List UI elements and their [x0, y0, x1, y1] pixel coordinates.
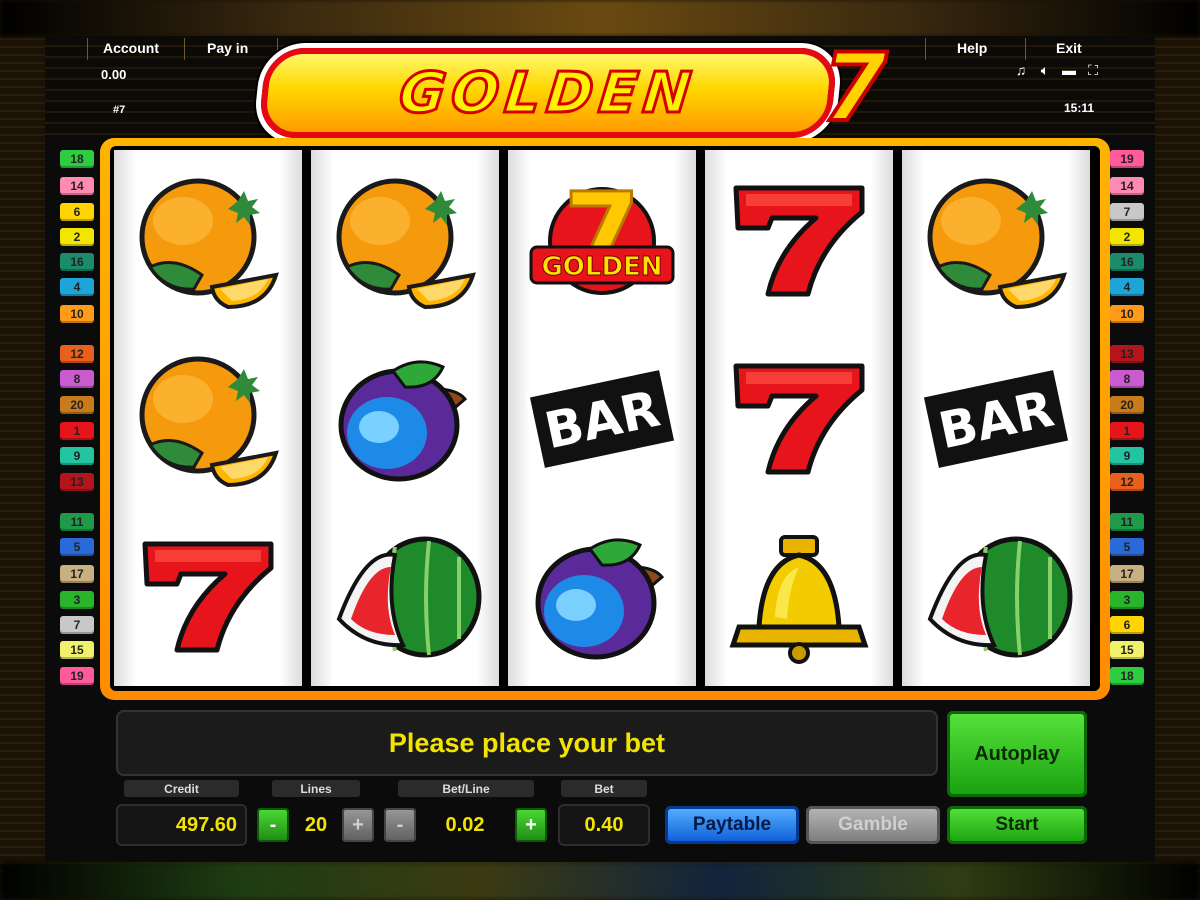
reel-4: [705, 150, 893, 686]
payline-badge-right-16[interactable]: 16: [1110, 253, 1144, 271]
payline-badge-right-18[interactable]: 18: [1110, 667, 1144, 685]
fullscreen-icon[interactable]: ⛶: [1086, 62, 1100, 79]
payline-badge-left-7[interactable]: 7: [60, 616, 94, 634]
game-logo: GOLDEN 7: [257, 40, 962, 138]
symbol-bar: BAR: [508, 330, 696, 508]
symbol-plum: [311, 330, 499, 508]
gamble-button[interactable]: Gamble: [806, 806, 940, 844]
symbol-orange: [114, 330, 302, 508]
payline-badge-left-15[interactable]: 15: [60, 641, 94, 659]
message-box: Please place your bet: [116, 710, 938, 776]
pay-in-menu[interactable]: Pay in: [207, 40, 248, 56]
payline-badge-right-11[interactable]: 11: [1110, 513, 1144, 531]
bet-label: Bet: [561, 780, 647, 797]
payline-badge-right-2[interactable]: 2: [1110, 228, 1144, 246]
paytable-button[interactable]: Paytable: [665, 806, 799, 844]
payline-badge-left-4[interactable]: 4: [60, 278, 94, 296]
payline-badge-right-15[interactable]: 15: [1110, 641, 1144, 659]
reel-5: BAR: [902, 150, 1090, 686]
reel-2: [311, 150, 499, 686]
svg-text:GOLDEN: GOLDEN: [541, 252, 662, 282]
symbol-watermelon: [902, 508, 1090, 686]
symbol-plum: [508, 508, 696, 686]
payline-badge-left-16[interactable]: 16: [60, 253, 94, 271]
symbol-watermelon: [311, 508, 499, 686]
payline-badge-left-12[interactable]: 12: [60, 345, 94, 363]
payline-badge-right-1[interactable]: 1: [1110, 422, 1144, 440]
symbol-seven: [114, 508, 302, 686]
symbol-orange: [311, 152, 499, 330]
account-menu[interactable]: Account: [103, 40, 159, 56]
payline-badge-left-13[interactable]: 13: [60, 473, 94, 491]
menu-separator: [1025, 38, 1026, 60]
payline-badge-right-8[interactable]: 8: [1110, 370, 1144, 388]
payline-badge-left-14[interactable]: 14: [60, 177, 94, 195]
speaker-icon[interactable]: 🔈︎: [1038, 62, 1052, 79]
music-icon[interactable]: ♫: [1014, 62, 1028, 79]
message-text: Please place your bet: [388, 727, 666, 758]
payline-badge-left-2[interactable]: 2: [60, 228, 94, 246]
payline-badge-right-10[interactable]: 10: [1110, 305, 1144, 323]
payline-badge-right-9[interactable]: 9: [1110, 447, 1144, 465]
background-glow-bottom: [0, 862, 1200, 900]
payline-badge-right-14[interactable]: 14: [1110, 177, 1144, 195]
balance-display: 0.00: [101, 67, 127, 82]
reel-3: 7 GOLDEN BAR: [508, 150, 696, 686]
payline-badge-left-5[interactable]: 5: [60, 538, 94, 556]
payline-badge-left-19[interactable]: 19: [60, 667, 94, 685]
payline-badge-left-1[interactable]: 1: [60, 422, 94, 440]
exit-menu[interactable]: Exit: [1056, 40, 1082, 56]
lines-plus-button[interactable]: +: [342, 808, 374, 842]
lines-label: Lines: [272, 780, 360, 797]
menu-separator: [184, 38, 185, 60]
top-icons: ♫ 🔈︎ ▬ ⛶: [1014, 62, 1100, 79]
logo-word: GOLDEN: [257, 48, 839, 138]
payline-badge-left-10[interactable]: 10: [60, 305, 94, 323]
payline-badge-left-20[interactable]: 20: [60, 396, 94, 414]
payline-badge-right-6[interactable]: 6: [1110, 616, 1144, 634]
credit-label: Credit: [124, 780, 239, 797]
payline-badge-right-5[interactable]: 5: [1110, 538, 1144, 556]
symbol-seven: [705, 152, 893, 330]
payline-badge-right-13[interactable]: 13: [1110, 345, 1144, 363]
payline-badge-right-20[interactable]: 20: [1110, 396, 1144, 414]
clock: 15:11: [1064, 101, 1095, 115]
logo-number: 7: [820, 34, 889, 143]
betline-value: 0.02: [445, 813, 485, 836]
payline-badge-right-19[interactable]: 19: [1110, 150, 1144, 168]
betline-plus-button[interactable]: +: [515, 808, 547, 842]
reel-1: [114, 150, 302, 686]
betline-label: Bet/Line: [398, 780, 534, 797]
payline-badge-left-6[interactable]: 6: [60, 203, 94, 221]
screen-icon[interactable]: ▬: [1062, 62, 1076, 79]
payline-badge-left-17[interactable]: 17: [60, 565, 94, 583]
payline-badge-left-9[interactable]: 9: [60, 447, 94, 465]
symbol-golden7: 7 GOLDEN: [508, 152, 696, 330]
lines-minus-button[interactable]: -: [257, 808, 289, 842]
bet-value: 0.40: [558, 804, 650, 846]
payline-badge-left-8[interactable]: 8: [60, 370, 94, 388]
payline-badge-left-3[interactable]: 3: [60, 591, 94, 609]
payline-badge-right-12[interactable]: 12: [1110, 473, 1144, 491]
lines-value: 20: [304, 813, 328, 836]
autoplay-button[interactable]: Autoplay: [947, 711, 1087, 797]
payline-badge-left-11[interactable]: 11: [60, 513, 94, 531]
payline-badge-right-3[interactable]: 3: [1110, 591, 1144, 609]
menu-separator: [87, 38, 88, 60]
symbol-orange: [902, 152, 1090, 330]
payline-badge-left-18[interactable]: 18: [60, 150, 94, 168]
game-number: #7: [113, 104, 126, 116]
payline-badge-right-17[interactable]: 17: [1110, 565, 1144, 583]
symbol-seven: [705, 330, 893, 508]
symbol-bar: BAR: [902, 330, 1090, 508]
payline-badge-right-4[interactable]: 4: [1110, 278, 1144, 296]
background-glow-top: [0, 0, 1200, 36]
symbol-orange: [114, 152, 302, 330]
credit-value: 497.60: [116, 804, 247, 846]
symbol-bell: [705, 508, 893, 686]
betline-minus-button[interactable]: -: [384, 808, 416, 842]
start-button[interactable]: Start: [947, 806, 1087, 844]
payline-badge-right-7[interactable]: 7: [1110, 203, 1144, 221]
